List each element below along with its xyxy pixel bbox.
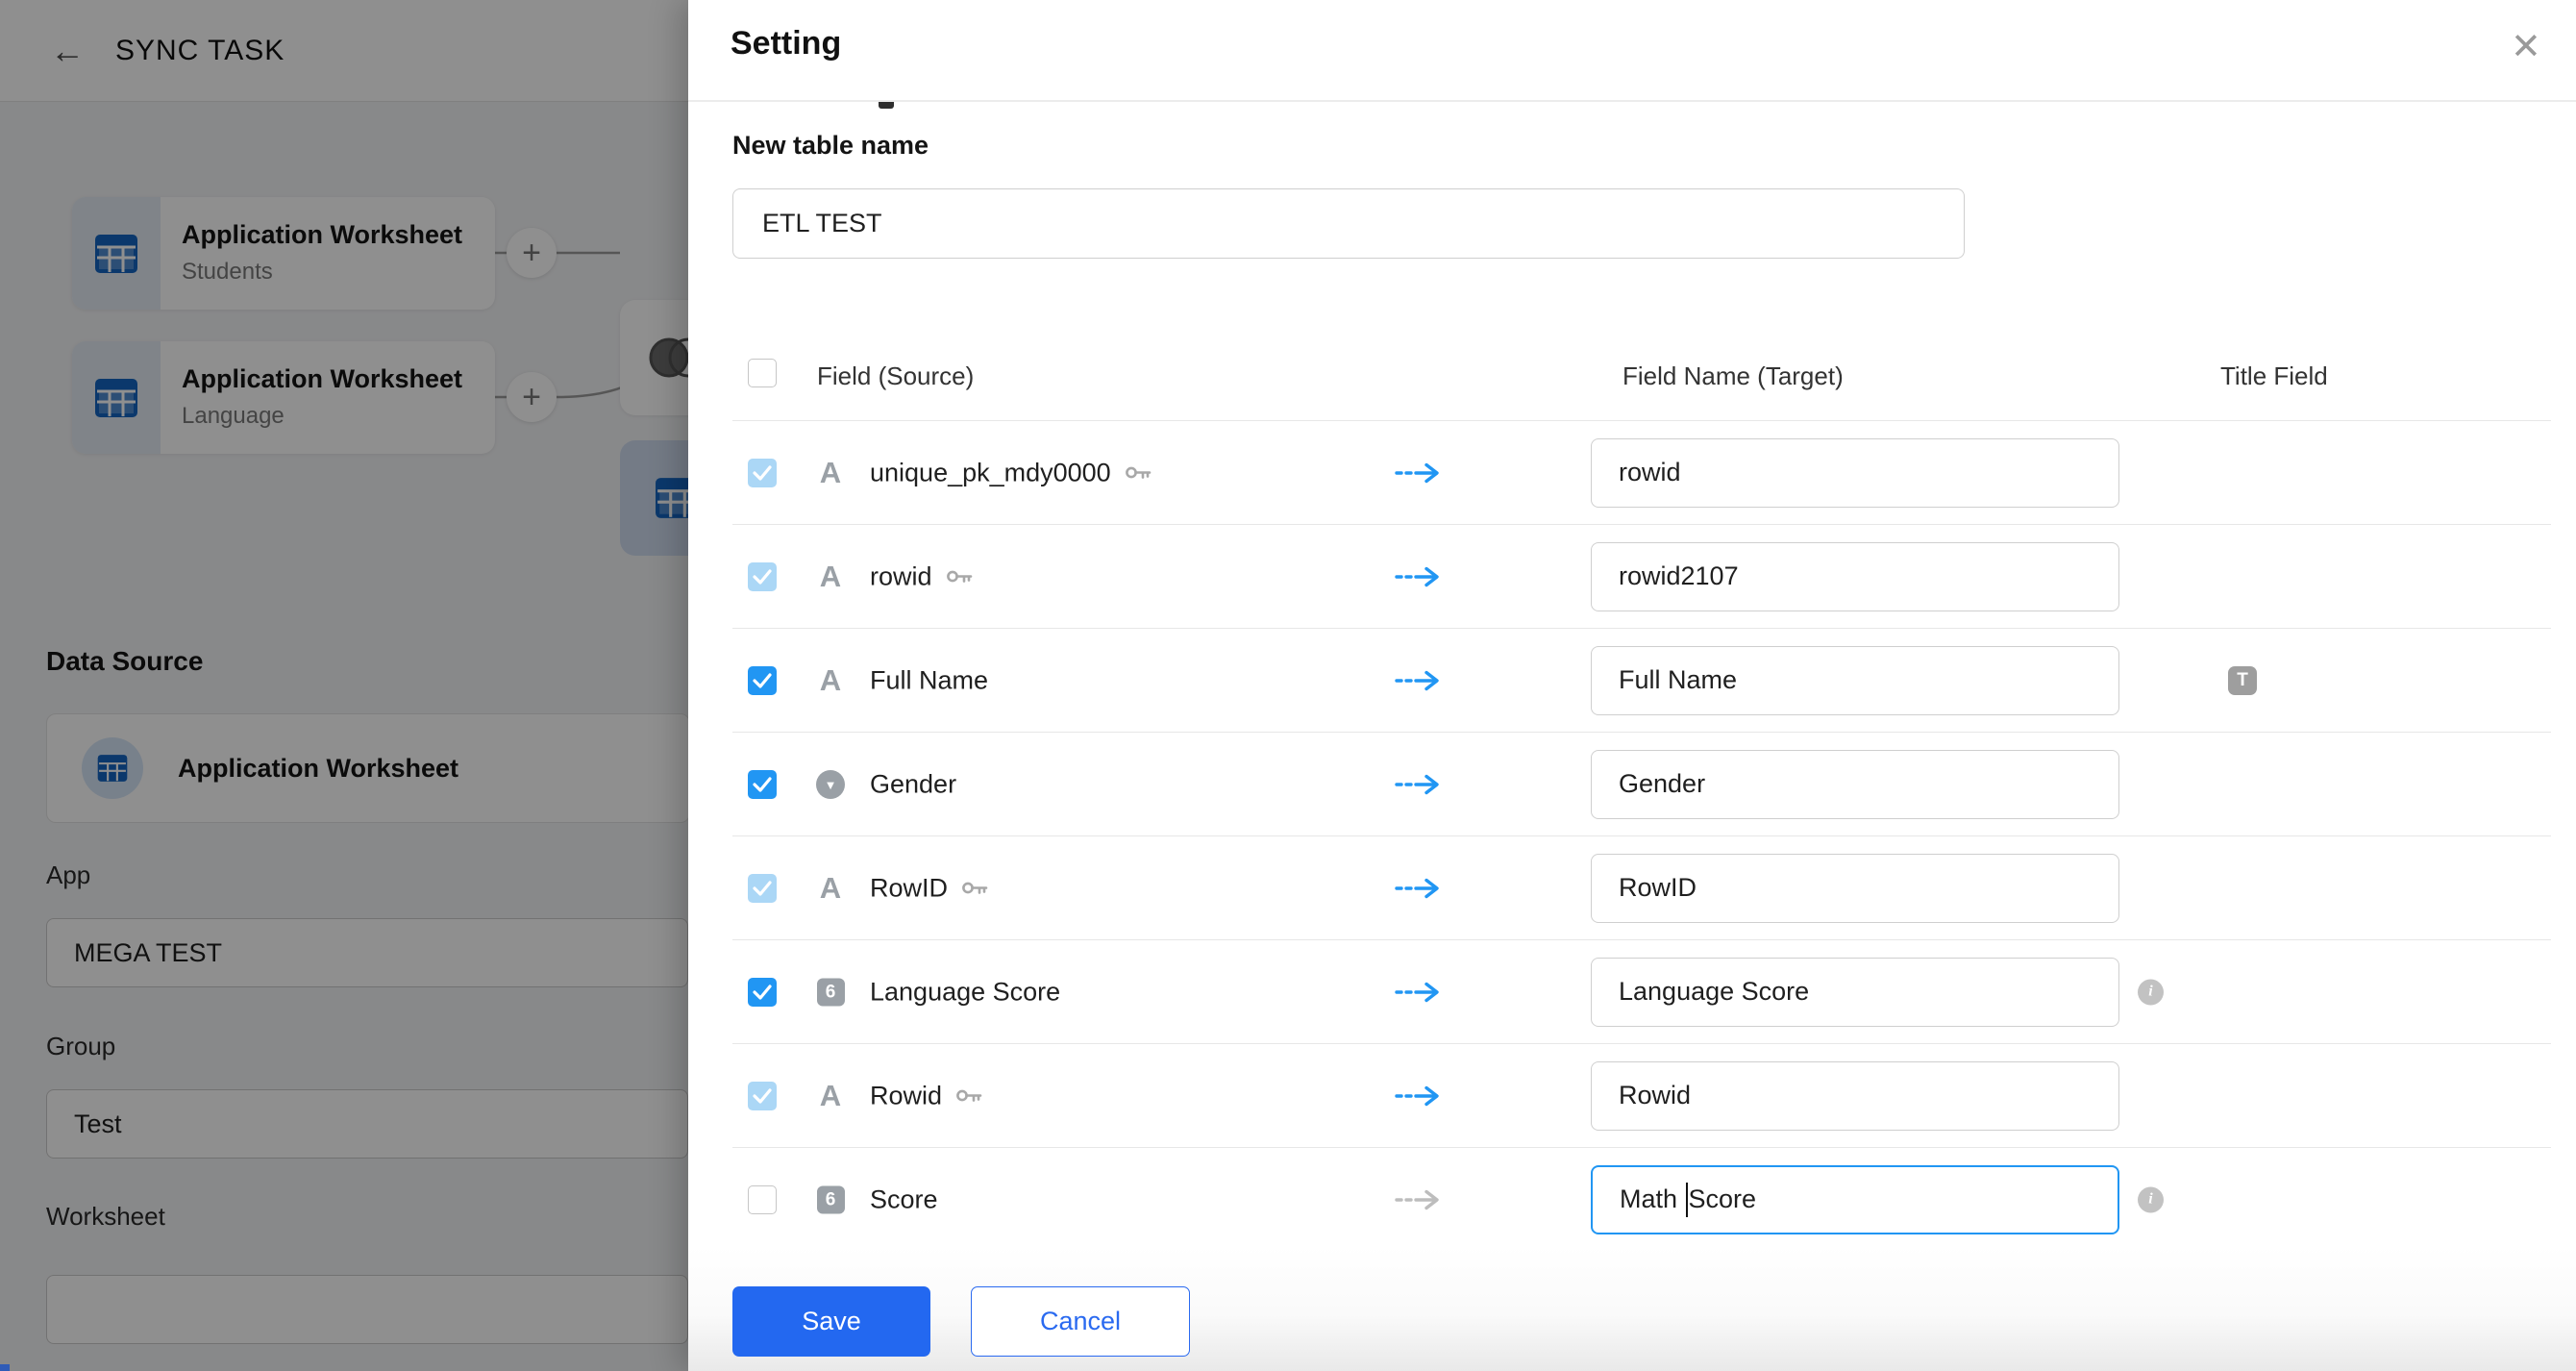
field-row: ▼ Gender (732, 732, 2551, 835)
source-field-name: Language Score (870, 977, 1061, 1006)
text-field-type-icon: A (819, 559, 842, 593)
source-field-name: Full Name (870, 665, 989, 694)
text-cursor (1685, 1182, 1688, 1217)
row-checkbox[interactable] (748, 561, 777, 591)
field-row: Arowid (732, 524, 2551, 628)
target-column-header: Field Name (Target) (1622, 361, 1844, 390)
map-arrow-icon (1394, 461, 1444, 486)
primary-key-icon (1125, 464, 1152, 482)
row-checkbox[interactable] (748, 769, 777, 799)
number-field-type-icon: 6 (813, 978, 848, 1006)
map-arrow-icon (1394, 668, 1444, 693)
source-field-name: Gender (870, 769, 957, 798)
map-arrow-icon (1394, 1187, 1444, 1212)
drawer-footer: Save Cancel (688, 1246, 2576, 1371)
field-mapping-table: Field (Source) Field Name (Target) Title… (732, 356, 2551, 1252)
field-rows: Aunique_pk_mdy0000ArowidAFull NameT▼Gend… (732, 420, 2551, 1252)
new-table-name-label: New table name (732, 131, 929, 160)
info-icon[interactable]: i (2138, 979, 2164, 1005)
field-row: A Full Name T (732, 628, 2551, 732)
select-all-checkbox[interactable] (748, 359, 777, 387)
field-row: A RowID (732, 835, 2551, 939)
header-divider (688, 100, 2576, 102)
text-field-type-icon: A (819, 455, 842, 489)
field-row: Aunique_pk_mdy0000 (732, 420, 2551, 524)
field-row: 6 Score Math Score i (732, 1147, 2551, 1252)
primary-key-icon (955, 1087, 982, 1105)
target-field-input[interactable] (1591, 1060, 2119, 1131)
clipped-button-fragment (0, 1364, 10, 1371)
target-field-input[interactable] (1591, 749, 2119, 819)
save-button[interactable]: Save (732, 1286, 930, 1357)
info-icon[interactable]: i (2138, 1186, 2164, 1212)
field-row: A Rowid (732, 1043, 2551, 1147)
input-text: Score (1688, 1184, 1757, 1213)
target-field-input[interactable]: Math Score (1591, 1164, 2119, 1234)
map-arrow-icon (1394, 772, 1444, 797)
row-checkbox[interactable] (748, 873, 777, 903)
target-field-input[interactable] (1591, 645, 2119, 715)
text-field-type-icon: A (819, 1078, 842, 1112)
number-field-type-icon: 6 (813, 1185, 848, 1213)
setting-drawer: Setting ✕ New table name Field (Source) … (688, 0, 2576, 1371)
drawer-title: Setting (731, 25, 842, 62)
cancel-button[interactable]: Cancel (971, 1286, 1190, 1357)
source-field-name: Rowid (870, 1081, 982, 1110)
modal-backdrop[interactable] (0, 0, 688, 1371)
new-table-name-input[interactable] (732, 188, 1965, 259)
source-field-name: Score (870, 1184, 938, 1213)
title-field-column-header: Title Field (2220, 361, 2328, 390)
text-field-type-icon: A (819, 870, 842, 905)
dropdown-field-type-icon: ▼ (813, 769, 848, 799)
row-checkbox[interactable] (748, 977, 777, 1007)
source-field-name: RowID (870, 873, 988, 903)
close-icon[interactable]: ✕ (2511, 29, 2541, 65)
map-arrow-icon (1394, 1084, 1444, 1109)
target-field-input[interactable] (1591, 541, 2119, 611)
primary-key-icon (946, 568, 973, 586)
primary-key-icon (961, 880, 988, 897)
target-field-input[interactable] (1591, 853, 2119, 923)
row-checkbox[interactable] (748, 458, 777, 487)
source-field-name: unique_pk_mdy0000 (870, 458, 1152, 487)
title-field-badge[interactable]: T (2228, 665, 2257, 695)
row-checkbox[interactable] (748, 1081, 777, 1110)
source-field-name: rowid (870, 561, 973, 591)
map-arrow-icon (1394, 980, 1444, 1005)
field-table-header: Field (Source) Field Name (Target) Title… (732, 356, 2551, 420)
field-row: 6 Language Score i (732, 939, 2551, 1043)
text-field-type-icon: A (819, 662, 842, 697)
row-checkbox[interactable] (748, 665, 777, 695)
target-field-input[interactable] (1591, 957, 2119, 1027)
input-text: Math (1620, 1184, 1685, 1213)
map-arrow-icon (1394, 876, 1444, 901)
row-checkbox[interactable] (748, 1184, 777, 1214)
clipped-content-fragment (879, 102, 894, 109)
target-field-input[interactable] (1591, 437, 2119, 508)
source-column-header: Field (Source) (817, 361, 975, 390)
map-arrow-icon (1394, 564, 1444, 589)
